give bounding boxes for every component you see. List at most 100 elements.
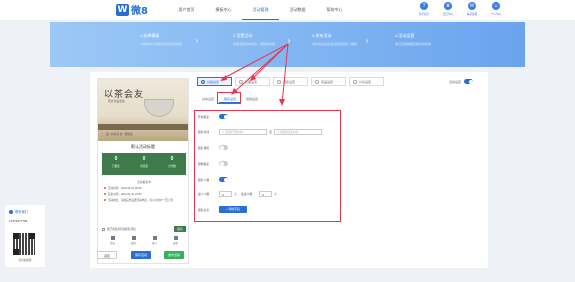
add-field-button[interactable]: + 添加字段 xyxy=(219,206,247,213)
end-date-placeholder: 请选择结束时间 xyxy=(280,131,299,134)
tab-label: 页面设置 xyxy=(245,79,258,84)
field-label: 报名时间 xyxy=(198,130,210,134)
radio-icon xyxy=(315,79,319,84)
user-icon xyxy=(131,236,136,240)
field-label: 开启报名 xyxy=(198,114,210,119)
bottom-nav-label: 更多 xyxy=(173,242,178,245)
contact-title-text: 联系我们 xyxy=(15,210,28,214)
unit-label: 人 xyxy=(274,192,278,196)
logo[interactable]: W 微8 xyxy=(116,3,148,17)
contact-phone: 17673277765 xyxy=(9,219,28,223)
tab-label: 分享设置 xyxy=(359,79,372,84)
phone-icon xyxy=(9,209,13,214)
tool-guide[interactable]: ? 新手指引 xyxy=(412,2,436,16)
start-date-placeholder: 请选择开始时间 xyxy=(224,131,244,134)
enable-signup-toggle[interactable] xyxy=(219,114,228,119)
preview-stats: 0 已报名 0 浏览量 0 分享数 xyxy=(102,153,186,175)
contact-title: 联系我们 xyxy=(9,209,28,214)
agree-checkbox[interactable] xyxy=(102,227,105,231)
preview-bottom-nav: 首页 我的 排行 更多 xyxy=(102,236,186,246)
row-enable: 开启报名 xyxy=(198,114,228,119)
info-row: 结束时间：2024-01-31 23:59 xyxy=(104,192,184,196)
activity-switch-label: 活动设置 xyxy=(449,79,462,84)
stat-label: 分享数 xyxy=(168,165,176,168)
bottom-nav-more[interactable]: 更多 xyxy=(165,236,186,246)
start-date-input[interactable]: ◷ 请选择开始时间 xyxy=(219,129,267,135)
tool-vip[interactable]: ♛ 会员中心 xyxy=(436,2,460,16)
main-nav: 用户首页 模板中心 活动管理 活动数据 帮助中心 xyxy=(168,0,353,20)
nav-item-help[interactable]: 帮助中心 xyxy=(316,0,353,20)
tool-label: 联系客服 xyxy=(466,13,478,16)
min-count-input[interactable]: 0 xyxy=(219,191,232,197)
home-icon xyxy=(110,236,115,240)
more-icon xyxy=(173,236,178,240)
chevron-right-icon: › xyxy=(365,36,369,45)
subtab-other[interactable]: 其他设置 xyxy=(241,95,263,103)
tool-label: 会员中心 xyxy=(442,13,454,16)
tab-label: 报名设置 xyxy=(283,79,296,84)
nav-item-activities[interactable]: 活动管理 xyxy=(242,0,279,20)
tab-share[interactable]: 分享设置 xyxy=(349,77,384,86)
tool-account[interactable]: ☺ 个人中心 xyxy=(484,2,508,16)
bottom-nav-label: 排行 xyxy=(152,242,157,245)
info-text: 活动地点：请在后台设置活动地点，可以让用户一目了然 xyxy=(108,199,173,202)
bottom-nav-mine[interactable]: 我的 xyxy=(123,236,144,246)
tab-label: 奖品设置 xyxy=(321,79,334,84)
save-button[interactable]: 保存活动 xyxy=(131,251,151,259)
count-toggle[interactable] xyxy=(219,177,228,182)
row-min-max: 最少人数 0 人 最多人数 0 人 xyxy=(198,191,281,197)
bottom-nav-rank[interactable]: 排行 xyxy=(144,236,165,246)
subtab-basic[interactable]: 基本设置 xyxy=(197,95,219,103)
unit-label: 人 xyxy=(234,192,238,196)
tab-signup[interactable]: 报名设置 xyxy=(273,77,308,86)
publish-button[interactable]: 发布活动 xyxy=(164,251,184,259)
stat-shares: 0 分享数 xyxy=(158,153,186,175)
field-label: 报名信息 xyxy=(198,207,210,212)
stat-signups: 0 已报名 xyxy=(102,153,130,175)
field-label: 最少人数 xyxy=(198,192,210,196)
top-tools: ? 新手指引 ♛ 会员中心 ✉ 联系客服 ☺ 个人中心 xyxy=(412,2,508,16)
stat-num: 0 xyxy=(170,156,174,162)
join-button[interactable]: 报名 xyxy=(174,226,186,232)
max-count-input[interactable]: 0 xyxy=(259,191,273,197)
tab-page[interactable]: 页面设置 xyxy=(235,77,270,86)
row-fields: 报名信息 + 添加字段 xyxy=(198,206,247,213)
step-4: 4.活动运营 通过活动数据查看活动效果 xyxy=(395,33,465,47)
qr-caption: 扫码加客服 xyxy=(18,259,32,262)
nav-item-data[interactable]: 活动数据 xyxy=(279,0,316,20)
field-label: 报名审核 xyxy=(198,145,210,150)
end-date-input[interactable]: ◷ 请选择结束时间 xyxy=(274,129,323,135)
poster-footer: 品一杯好茶 交一群朋友 xyxy=(106,133,133,136)
tool-support[interactable]: ✉ 联系客服 xyxy=(460,2,484,16)
tab-prize[interactable]: 奖品设置 xyxy=(311,77,346,86)
radio-icon xyxy=(277,79,281,84)
date-separator: 至 xyxy=(269,130,273,134)
preview-heading: 默认活动标题 xyxy=(131,144,155,149)
agree-text: 我已阅读并同意报名须知 xyxy=(107,228,136,231)
user-icon: ☺ xyxy=(492,2,500,10)
bottom-nav-home[interactable]: 首页 xyxy=(102,236,123,246)
activity-switch: 活动设置 xyxy=(449,79,474,84)
tool-label: 新手指引 xyxy=(418,13,430,16)
tab-basic[interactable]: 基础设置 xyxy=(197,77,232,86)
row-count: 报名人数 xyxy=(198,177,228,182)
back-button[interactable]: 返回 xyxy=(97,251,117,259)
audit-toggle[interactable] xyxy=(219,145,228,150)
stat-num: 0 xyxy=(114,156,118,162)
info-row: 活动时间：2024-01-01 00:00 xyxy=(104,186,184,190)
stat-label: 浏览量 xyxy=(140,165,148,168)
radio-icon xyxy=(239,79,243,84)
poster-strip xyxy=(98,124,188,130)
nav-item-templates[interactable]: 模板中心 xyxy=(205,0,242,20)
steps-banner: 1.选择模板 从模板中心选择合适的活动模板 › 2.设置活动 设置活动基本信息、… xyxy=(50,22,525,67)
nav-item-home[interactable]: 用户首页 xyxy=(168,0,205,20)
activity-toggle[interactable] xyxy=(464,79,474,84)
contact-card: 联系我们 17673277765 扫码加客服 xyxy=(5,205,45,267)
qr-code-markers xyxy=(13,233,35,255)
rank-icon xyxy=(152,236,157,240)
row-limit: 限制报名 xyxy=(198,161,228,166)
limit-toggle[interactable] xyxy=(219,161,228,166)
chevron-right-icon: › xyxy=(195,36,199,45)
phone-preview: 以茶会友 茶文化品鉴会 品一杯好茶 交一群朋友 默认活动标题 0 已报名 0 浏… xyxy=(97,78,189,264)
info-text: 结束时间：2024-01-31 23:59 xyxy=(108,193,142,196)
